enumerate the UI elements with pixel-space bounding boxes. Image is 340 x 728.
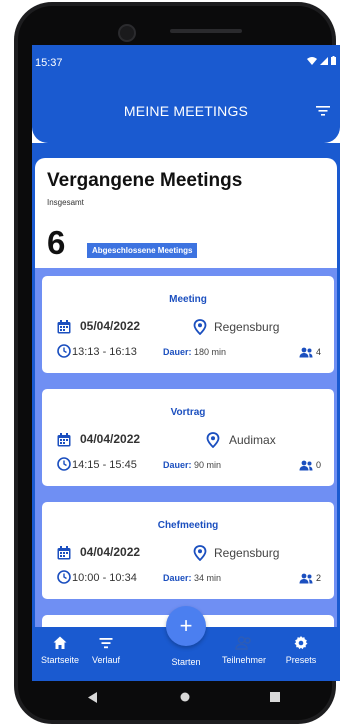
duration-label: Dauer: (163, 347, 192, 357)
participant-count: 4 (316, 347, 322, 357)
meeting-time: 10:00 - 10:34 (72, 572, 137, 584)
clock-icon (57, 344, 71, 358)
nav-item-starten[interactable]: Starten (158, 653, 214, 667)
clock-icon (57, 570, 71, 584)
meeting-title: Vortrag (170, 407, 206, 418)
participant-count: 2 (316, 573, 322, 583)
app-screen: 15:37 MEINE MEETINGS Vergangene Meetings… (32, 45, 340, 681)
meeting-card[interactable]: Meeting 05/04/2022 Regensburg 13:13 - 16… (42, 276, 334, 373)
status-icons (307, 56, 336, 65)
nav-item-teilnehmer[interactable]: Teilnehmer (216, 635, 272, 665)
duration-value: 34 min (194, 573, 222, 583)
meeting-card[interactable]: Vortrag 04/04/2022 Audimax 14:15 - 15:45… (42, 389, 334, 486)
nav-label: Verlauf (91, 655, 121, 665)
status-time: 15:37 (35, 57, 63, 69)
meeting-date: 05/04/2022 (80, 319, 141, 333)
back-icon[interactable] (88, 692, 98, 703)
calendar-icon (57, 320, 71, 334)
nav-item-presets[interactable]: Presets (273, 635, 329, 665)
meeting-title: Meeting (169, 294, 207, 305)
calendar-icon (57, 433, 71, 447)
meeting-date: 04/04/2022 (80, 545, 141, 559)
meeting-date: 04/04/2022 (80, 432, 141, 446)
duration-label: Dauer: (163, 460, 192, 470)
app-header: 15:37 MEINE MEETINGS (32, 45, 340, 143)
recents-icon[interactable] (270, 692, 280, 702)
home-circle-icon[interactable] (180, 692, 190, 702)
meeting-time: 14:15 - 15:45 (72, 459, 137, 471)
battery-icon (331, 56, 336, 65)
meeting-time: 13:13 - 16:13 (72, 346, 137, 358)
duration-value: 90 min (194, 460, 222, 470)
nav-label: Presets (285, 655, 317, 665)
location-pin-icon (193, 319, 207, 335)
clock-icon (57, 457, 71, 471)
summary-title: Vergangene Meetings (47, 170, 243, 191)
signal-icon (320, 56, 328, 65)
gear-icon (294, 636, 308, 650)
system-navigation-bar (32, 681, 308, 713)
nav-item-verlauf[interactable]: Verlauf (78, 635, 134, 665)
meeting-list: Meeting 05/04/2022 Regensburg 13:13 - 16… (35, 268, 337, 635)
duration-value: 180 min (194, 347, 227, 357)
page-title: MEINE MEETINGS (123, 103, 249, 119)
participant-count: 0 (316, 460, 322, 470)
meeting-location: Regensburg (214, 546, 280, 560)
add-meeting-button[interactable]: + (166, 606, 206, 646)
front-camera (118, 24, 136, 42)
completed-badge: Abgeschlossene Meetings (87, 243, 198, 258)
people-icon (299, 573, 313, 584)
people-icon (299, 460, 313, 471)
nav-label: Teilnehmer (221, 655, 267, 665)
filter-icon[interactable] (316, 105, 330, 117)
meeting-card[interactable]: Chefmeeting 04/04/2022 Regensburg 10:00 … (42, 502, 334, 599)
wifi-icon (307, 56, 317, 65)
meeting-location: Regensburg (214, 320, 280, 334)
people-icon (299, 347, 313, 358)
earpiece-speaker (170, 29, 242, 33)
home-icon (53, 636, 67, 649)
summary-subtitle: Insgesamt (47, 198, 84, 207)
people-icon (235, 636, 251, 650)
calendar-icon (57, 546, 71, 560)
add-icon: + (179, 613, 193, 638)
meeting-title: Chefmeeting (157, 520, 219, 531)
summary-card: Vergangene Meetings Insgesamt 6 Abgeschl… (35, 158, 337, 268)
location-pin-icon (206, 432, 220, 448)
filter-list-icon (99, 638, 113, 649)
meeting-count: 6 (47, 224, 66, 261)
meeting-location: Audimax (229, 433, 276, 447)
duration-label: Dauer: (163, 573, 192, 583)
location-pin-icon (193, 545, 207, 561)
nav-label: Starten (171, 657, 201, 667)
